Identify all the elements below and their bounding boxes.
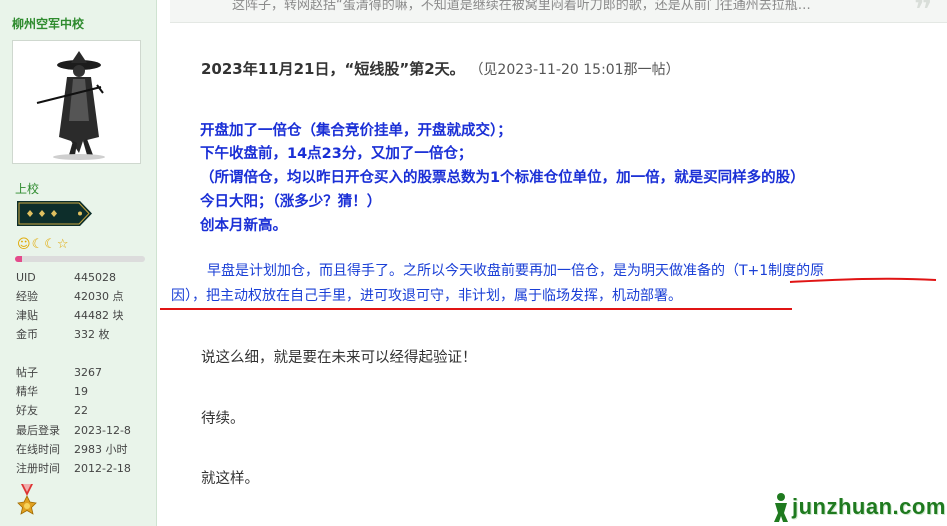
stat-label: 注册时间 (16, 462, 60, 475)
stat-label: 最后登录 (16, 424, 60, 437)
quote-mark-icon: ❞ (913, 0, 933, 23)
stat-value: 2983 小时 (74, 443, 128, 456)
explain-line-1: 早盘是计划加仓，而且得手了。之所以今天收盘前要再加一倍仓，是为明天做准备的（T+… (207, 263, 825, 279)
stat-digest: 精华 19 (16, 383, 151, 401)
post-reference: （见2023-11-20 15:01那一帖） (469, 62, 680, 78)
username-link[interactable]: 柳州空军中校 (12, 15, 84, 32)
paragraph-detail: 说这么细，就是要在未来可以经得起验证！ (201, 350, 477, 366)
stat-online-time: 在线时间 2983 小时 (16, 441, 151, 459)
stat-allowance: 津贴 44482 块 (16, 307, 151, 325)
bold-line-5: 创本月新高。 (200, 218, 287, 234)
moon-icon: ☾ (31, 237, 44, 252)
stat-label: 精华 (16, 385, 38, 398)
stat-experience: 经验 42030 点 (16, 288, 151, 306)
level-progress-bar (15, 256, 145, 262)
sun-icon: ☺ (17, 237, 31, 252)
stat-uid: UID 445028 (16, 269, 151, 287)
explain-line-2: 因），把主动权放在自己手里，进可攻退可守，非计划，属于临场发挥，机动部署。 (171, 288, 682, 304)
rank-badge-icon (17, 201, 92, 226)
site-watermark: junzhuan.com (770, 490, 946, 524)
stat-label: 经验 (16, 290, 38, 303)
avatar[interactable] (12, 40, 141, 164)
post-heading-title: 2023年11月21日，“短线股”第2天。 (201, 60, 465, 78)
level-progress-fill (15, 256, 22, 262)
paragraph-ending: 就这样。 (201, 471, 259, 487)
person-logo-icon (774, 493, 788, 522)
stat-gold: 金币 332 枚 (16, 326, 151, 344)
level-icons: ☺☾☾☆ (17, 233, 70, 252)
stat-posts: 帖子 3267 (16, 364, 151, 382)
bold-line-3: （所谓倍仓，均以昨日开仓买入的股票总数为1个标准仓位单位，加一倍，就是买同样多的… (200, 170, 805, 186)
stat-label: UID (16, 271, 36, 284)
stat-value: 2012-2-18 (74, 462, 131, 475)
swordsman-avatar-image (13, 41, 140, 163)
stat-label: 好友 (16, 404, 38, 417)
paragraph-to-be-continued: 待续。 (201, 411, 245, 427)
stat-register-time: 注册时间 2012-2-18 (16, 460, 151, 478)
quoted-text: 这阵子，转网赵括“蛋清得的嘛，不知道是继续在被窝里闷着听刀郎的歌，还是从前门往通… (232, 0, 811, 13)
moon-icon: ☾ (44, 237, 56, 252)
stat-label: 在线时间 (16, 443, 60, 456)
stat-value[interactable]: 3267 (74, 364, 102, 382)
medal-icon[interactable] (17, 484, 37, 524)
stat-last-login: 最后登录 2023-12-8 (16, 422, 151, 440)
watermark-text: junzhuan.com (792, 494, 946, 519)
stat-value: 42030 点 (74, 290, 124, 303)
stat-value[interactable]: 19 (74, 383, 88, 401)
bold-line-1: 开盘加了一倍仓（集合竞价挂单，开盘就成交）； (200, 123, 512, 139)
stat-label: 金币 (16, 328, 38, 341)
star-icon: ☆ (56, 237, 69, 252)
stat-value[interactable]: 22 (74, 402, 88, 420)
stat-friends: 好友 22 (16, 402, 151, 420)
stat-value: 332 枚 (74, 328, 110, 341)
user-profile-sidebar: 柳州空军中校 上校 ☺☾☾☆ UID 445028 经验 42030 点 津贴 … (0, 0, 157, 526)
stat-label: 帖子 (16, 366, 38, 379)
bold-line-4: 今日大阳；（涨多少？猜！） (200, 194, 382, 210)
stat-value[interactable]: 445028 (74, 269, 116, 287)
stat-value: 44482 块 (74, 309, 124, 322)
stat-label: 津贴 (16, 309, 38, 322)
post-heading: 2023年11月21日，“短线股”第2天。 （见2023-11-20 15:01… (201, 58, 680, 79)
stat-value: 2023-12-8 (74, 424, 131, 437)
rank-title: 上校 (15, 182, 40, 196)
bold-line-2: 下午收盘前，14点23分，又加了一倍仓； (200, 146, 473, 162)
quoted-text-block: 这阵子，转网赵括“蛋清得的嘛，不知道是继续在被窝里闷着听刀郎的歌，还是从前门往通… (170, 0, 947, 23)
